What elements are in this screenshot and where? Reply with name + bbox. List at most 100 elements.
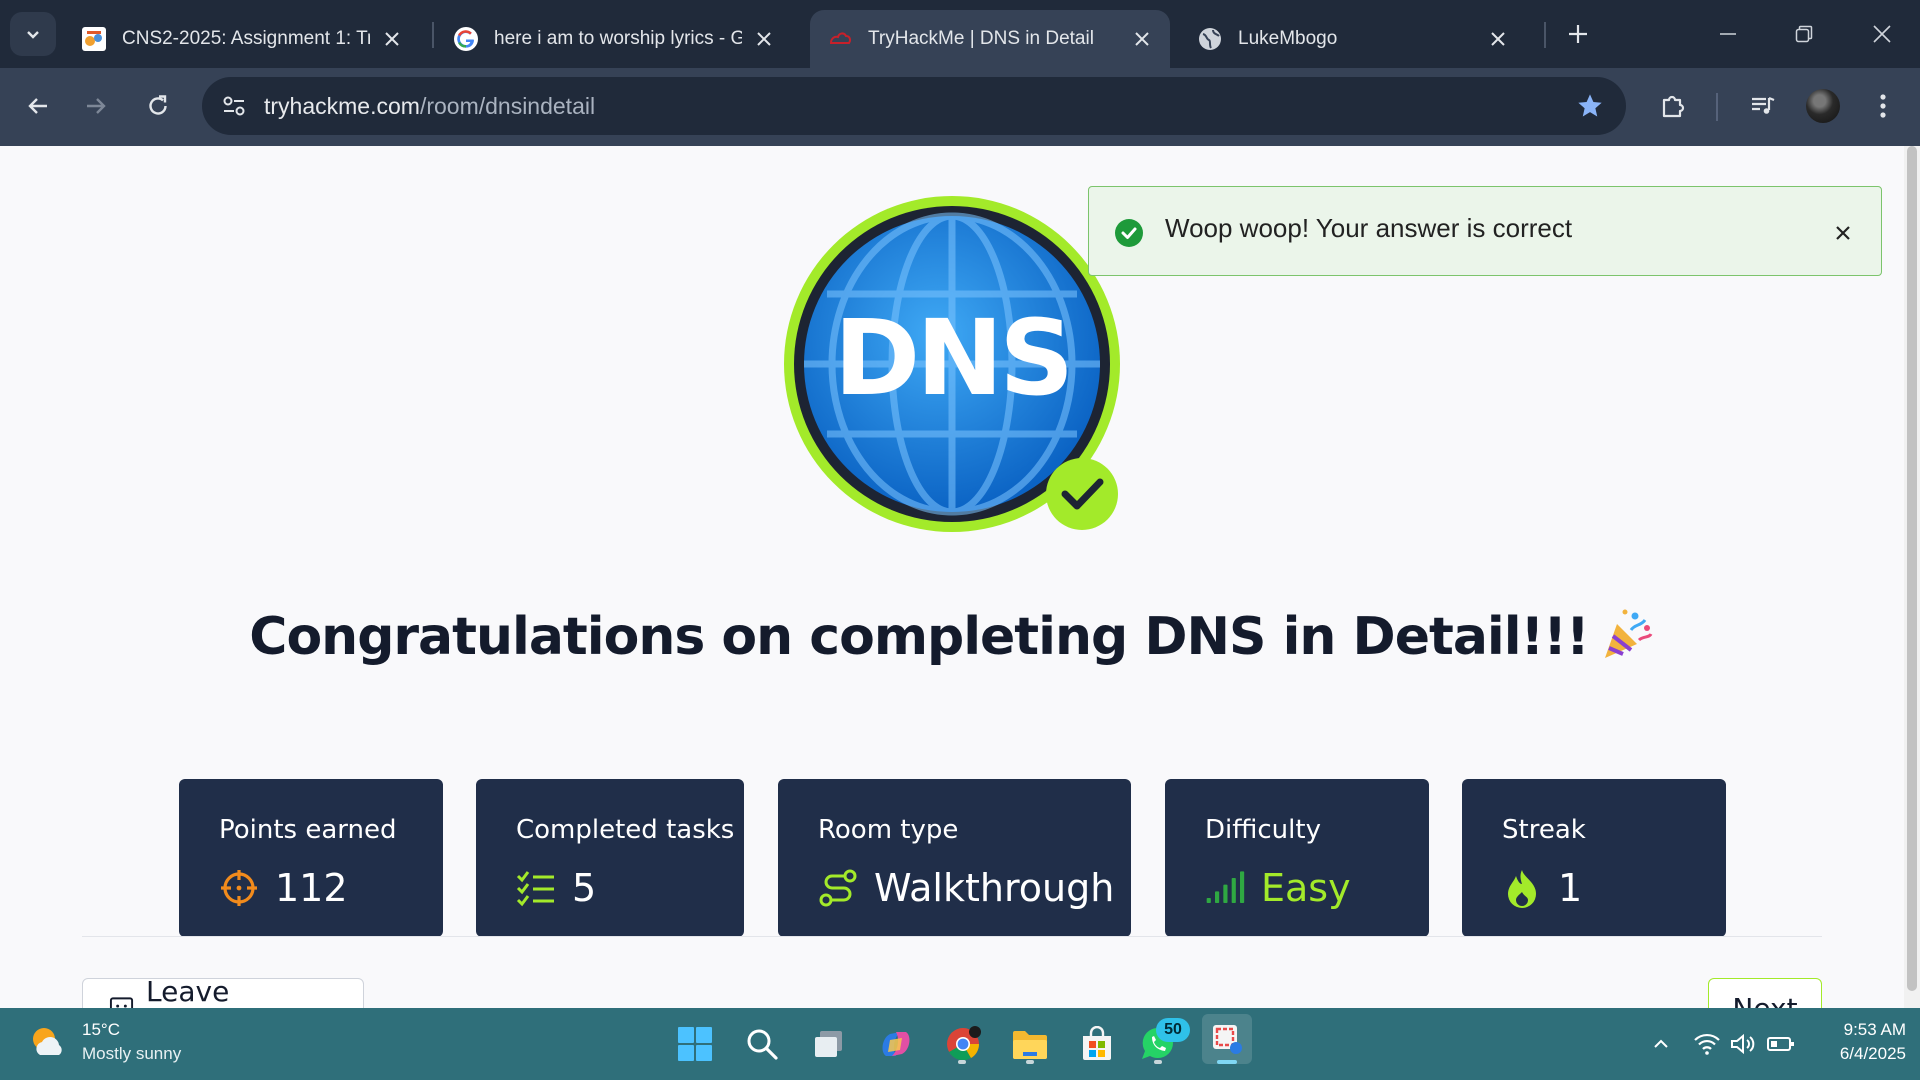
new-tab-button[interactable] (1562, 18, 1594, 50)
feedback-label: Leave Feedback (146, 975, 230, 1008)
tab-title: CNS2-2025: Assignment 1: TryHackMe (122, 28, 370, 49)
tab-tryhackme-dns[interactable]: TryHackMe | DNS in Detail (810, 10, 1170, 68)
tab-title: here i am to worship lyrics - Google Sea… (494, 28, 742, 49)
next-button[interactable]: Next (1708, 978, 1822, 1008)
browser-toolbar: tryhackme.com/room/dnsindetail (0, 68, 1920, 146)
close-icon[interactable] (1130, 27, 1154, 51)
stat-label: Streak (1502, 815, 1586, 845)
media-controls-button[interactable] (1742, 85, 1784, 127)
toast-close-button[interactable] (1831, 221, 1855, 245)
close-icon[interactable] (1486, 27, 1510, 51)
stat-card-difficulty: Difficulty Easy (1165, 779, 1429, 937)
copilot-button[interactable] (874, 1022, 918, 1066)
dns-room-badge: DNS (784, 196, 1120, 532)
running-indicator (1154, 1060, 1162, 1064)
stat-value: 1 (1558, 866, 1583, 910)
tab-google-search[interactable]: here i am to worship lyrics - Google Sea… (436, 10, 792, 68)
section-divider (82, 936, 1822, 937)
volume-status[interactable] (1728, 1030, 1758, 1058)
clock-time: 9:53 AM (1843, 1020, 1906, 1039)
next-label: Next (1732, 991, 1798, 1009)
microsoft-store-button[interactable] (1075, 1022, 1119, 1066)
stat-card-room-type: Room type Walkthrough (778, 779, 1131, 937)
search-icon (747, 1029, 778, 1060)
speaker-icon (1731, 1033, 1755, 1055)
show-hidden-icons-button[interactable] (1646, 1030, 1676, 1058)
search-button[interactable] (740, 1022, 784, 1066)
scrollbar-thumb[interactable] (1907, 146, 1917, 991)
stat-card-points: Points earned 112 (179, 779, 443, 937)
page-content: DNS Woop woop! Your answer is correct Co… (0, 146, 1904, 1008)
target-icon (219, 868, 259, 908)
chevron-down-icon (27, 31, 39, 39)
stat-value: Easy (1261, 866, 1351, 910)
stat-label: Points earned (219, 815, 397, 845)
stat-value: 112 (275, 866, 348, 910)
task-view-button[interactable] (807, 1022, 851, 1066)
browser-menu-button[interactable] (1862, 85, 1904, 127)
wifi-status[interactable] (1692, 1030, 1722, 1058)
tab-lukembogo[interactable]: LukeMbogo (1180, 10, 1526, 68)
badge-check-circle (1046, 458, 1118, 530)
site-settings-icon[interactable] (218, 90, 250, 122)
flame-icon (1502, 868, 1542, 908)
globe-icon (1196, 25, 1224, 53)
battery-status[interactable] (1766, 1030, 1796, 1058)
url-path: /room/dnsindetail (419, 93, 596, 119)
puzzle-icon (1662, 95, 1685, 118)
start-button[interactable] (673, 1022, 717, 1066)
toolbar-separator (1716, 93, 1718, 121)
close-icon (1836, 226, 1850, 240)
wifi-icon (1694, 1033, 1720, 1055)
clock-date: 6/4/2025 (1839, 1044, 1906, 1063)
back-button[interactable] (18, 86, 58, 126)
snipping-tool-icon (1213, 1025, 1242, 1054)
leave-feedback-button[interactable]: Leave Feedback (82, 975, 364, 1008)
badge-text: DNS (834, 297, 1070, 419)
weather-widget[interactable]: 15°C Mostly sunny (26, 1018, 181, 1066)
tab-title: TryHackMe | DNS in Detail (868, 28, 1094, 49)
url-domain: tryhackme.com (264, 93, 420, 119)
close-window-button[interactable] (1862, 14, 1902, 54)
route-icon (818, 868, 858, 908)
system-clock[interactable]: 9:53 AM 6/4/2025 (1810, 1018, 1906, 1066)
stat-card-streak: Streak 1 (1462, 779, 1726, 937)
running-indicator (958, 1060, 966, 1064)
bookmark-star-icon[interactable] (1574, 90, 1606, 122)
toast-message: Woop woop! Your answer is correct (1165, 213, 1573, 243)
address-bar[interactable]: tryhackme.com/room/dnsindetail (202, 77, 1626, 135)
profile-avatar[interactable] (1806, 89, 1840, 123)
moodle-icon (80, 25, 108, 53)
stat-value: 5 (572, 866, 597, 910)
close-icon (1873, 25, 1891, 43)
snipping-tool-button[interactable] (1202, 1014, 1252, 1064)
running-indicator (1026, 1060, 1034, 1064)
minimize-button[interactable] (1708, 14, 1748, 54)
google-icon (452, 25, 480, 53)
party-popper-icon (1604, 609, 1653, 658)
tab-cns2-assignment[interactable]: CNS2-2025: Assignment 1: TryHackMe (64, 10, 420, 68)
arrow-left-icon (28, 98, 47, 114)
feedback-icon (109, 997, 134, 1008)
weather-condition: Mostly sunny (82, 1044, 182, 1063)
plus-icon (1569, 25, 1587, 43)
success-toast: Woop woop! Your answer is correct (1088, 186, 1882, 276)
stat-label: Difficulty (1205, 815, 1321, 845)
extensions-button[interactable] (1652, 85, 1694, 127)
url-text[interactable]: tryhackme.com/room/dnsindetail (264, 93, 595, 120)
heading-text: Congratulations on completing DNS in Det… (249, 607, 1589, 667)
playlist-music-icon (1752, 96, 1775, 114)
arrow-right-icon (87, 98, 106, 114)
tab-search-button[interactable] (10, 12, 56, 56)
reload-button[interactable] (138, 86, 178, 126)
close-icon[interactable] (380, 27, 404, 51)
page-scrollbar[interactable] (1904, 146, 1920, 1008)
signal-bars-icon (1205, 868, 1245, 908)
restore-button[interactable] (1784, 14, 1824, 54)
close-icon[interactable] (752, 27, 776, 51)
tab-title: LukeMbogo (1238, 28, 1338, 49)
task-view-icon (815, 1031, 842, 1057)
checklist-icon (516, 868, 556, 908)
copilot-icon (882, 1032, 910, 1056)
forward-button[interactable] (76, 86, 116, 126)
